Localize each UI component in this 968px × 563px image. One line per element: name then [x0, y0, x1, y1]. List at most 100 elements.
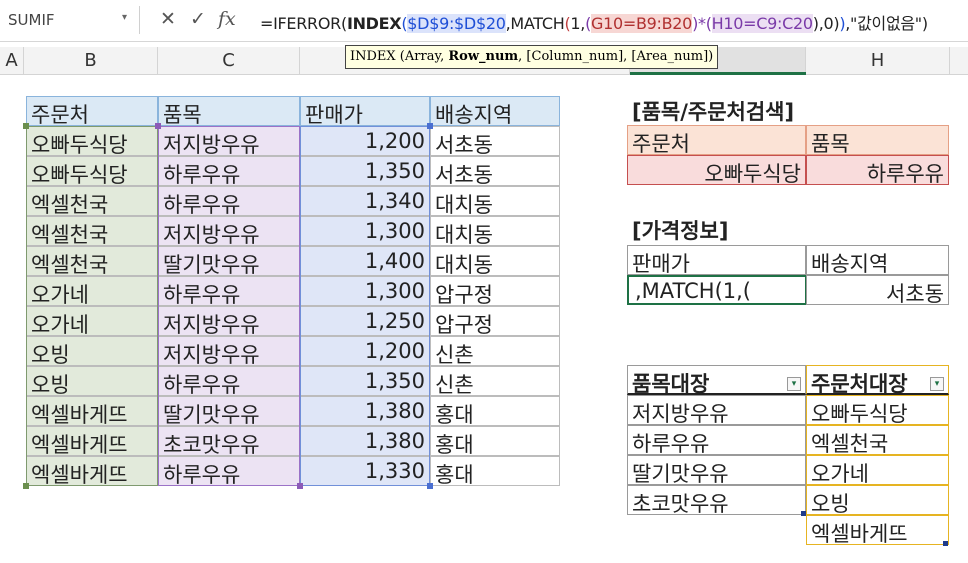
list-item[interactable]: 엑셀바게뜨	[806, 515, 949, 545]
formula-ref-range: $D$9:$D$20	[407, 14, 506, 33]
cell-region[interactable]: 서초동	[430, 156, 560, 186]
range-handle[interactable]	[155, 123, 161, 129]
cell-price[interactable]: 1,300	[300, 216, 430, 246]
range-handle[interactable]	[427, 123, 433, 129]
cell-product[interactable]: 저지방우유	[158, 126, 300, 156]
cell-product[interactable]: 초코맛우유	[158, 426, 300, 456]
cell-customer[interactable]: 엑셀천국	[26, 246, 158, 276]
filter-dropdown-icon[interactable]: ▾	[930, 377, 944, 391]
cell-customer[interactable]: 엑셀천국	[26, 216, 158, 246]
search-product-input[interactable]: 하루우유	[806, 155, 949, 185]
cell-customer[interactable]: 엑셀바게뜨	[26, 456, 158, 486]
cancel-icon[interactable]: ✕	[160, 8, 176, 30]
range-handle[interactable]	[23, 483, 29, 489]
header-region[interactable]: 배송지역	[430, 96, 560, 126]
tooltip-fn: INDEX (Array,	[350, 49, 449, 64]
cell-region[interactable]: 홍대	[430, 456, 560, 486]
cell-product[interactable]: 딸기맛우유	[158, 396, 300, 426]
cell-customer[interactable]: 오가네	[26, 306, 158, 336]
enter-icon[interactable]: ✓	[190, 8, 206, 30]
products-list-header[interactable]: 품목대장	[627, 365, 806, 395]
list-item[interactable]: 초코맛우유	[627, 485, 806, 515]
region-label[interactable]: 배송지역	[806, 245, 949, 275]
cell-price[interactable]: 1,250	[300, 306, 430, 336]
cell-price[interactable]: 1,380	[300, 396, 430, 426]
cell-customer[interactable]: 오빙	[26, 366, 158, 396]
cell-region[interactable]: 대치동	[430, 246, 560, 276]
list-item[interactable]: 하루우유	[627, 425, 806, 455]
cell-region[interactable]: 홍대	[430, 426, 560, 456]
column-header-h[interactable]: H	[806, 47, 950, 75]
cell-price[interactable]: 1,350	[300, 366, 430, 396]
customers-list-header[interactable]: 주문처대장	[806, 365, 949, 395]
header-product[interactable]: 품목	[158, 96, 300, 126]
cell-customer[interactable]: 오가네	[26, 276, 158, 306]
list-item[interactable]: 엑셀천국	[806, 425, 949, 455]
cell-product[interactable]: 딸기맛우유	[158, 246, 300, 276]
cell-region[interactable]: 대치동	[430, 216, 560, 246]
list-item[interactable]: 딸기맛우유	[627, 455, 806, 485]
range-handle[interactable]	[23, 123, 29, 129]
cell-product[interactable]: 저지방우유	[158, 216, 300, 246]
cell-price[interactable]: 1,350	[300, 156, 430, 186]
cell-customer[interactable]: 오빠두식당	[26, 156, 158, 186]
cell-product[interactable]: 저지방우유	[158, 306, 300, 336]
cell-price[interactable]: 1,330	[300, 456, 430, 486]
price-formula-cell[interactable]: ,MATCH(1,(	[627, 275, 807, 305]
cell-price[interactable]: 1,380	[300, 426, 430, 456]
cell-customer[interactable]: 엑셀천국	[26, 186, 158, 216]
formula-ref-range: H10=C9:C20	[711, 14, 813, 33]
cell-region[interactable]: 대치동	[430, 186, 560, 216]
header-customer[interactable]: 주문처	[26, 96, 158, 126]
cell-region[interactable]: 압구정	[430, 276, 560, 306]
list-item[interactable]: 오빙	[806, 485, 949, 515]
cell-price[interactable]: 1,300	[300, 276, 430, 306]
column-header-c[interactable]: C	[158, 47, 300, 75]
list-item[interactable]: 오가네	[806, 455, 949, 485]
formula-part: ,"값이없음")	[845, 14, 928, 33]
cell-region[interactable]: 홍대	[430, 396, 560, 426]
range-handle[interactable]	[427, 483, 433, 489]
selected-column-indicator	[630, 72, 806, 75]
cell-region[interactable]: 서초동	[430, 126, 560, 156]
cell-product[interactable]: 하루우유	[158, 276, 300, 306]
cell-product[interactable]: 하루우유	[158, 456, 300, 486]
cell-region[interactable]: 신촌	[430, 336, 560, 366]
cell-price[interactable]: 1,200	[300, 126, 430, 156]
cell-price[interactable]: 1,200	[300, 336, 430, 366]
cell-customer[interactable]: 엑셀바게뜨	[26, 426, 158, 456]
filter-dropdown-icon[interactable]: ▾	[787, 377, 801, 391]
insert-function-icon[interactable]: fx	[218, 8, 236, 30]
cell-product[interactable]: 하루우유	[158, 156, 300, 186]
cell-product[interactable]: 하루우유	[158, 186, 300, 216]
formula-input[interactable]: =IFERROR(INDEX($D$9:$D$20,MATCH(1,(G10=B…	[246, 6, 968, 34]
formula-part: )*(	[692, 14, 712, 33]
chevron-down-icon[interactable]: ▾	[122, 12, 127, 23]
search-customer-input[interactable]: 오빠두식당	[627, 155, 806, 185]
cell-customer[interactable]: 오빠두식당	[26, 126, 158, 156]
cell-product[interactable]: 저지방우유	[158, 336, 300, 366]
cell-region[interactable]: 압구정	[430, 306, 560, 336]
table-resize-handle[interactable]	[801, 511, 806, 516]
cell-customer[interactable]: 오빙	[26, 336, 158, 366]
formula-ref-range: G10=B9:B20	[591, 14, 693, 33]
search-product-label[interactable]: 품목	[806, 125, 949, 155]
column-header-b[interactable]: B	[24, 47, 158, 75]
cell-region[interactable]: 신촌	[430, 366, 560, 396]
formula-bar: SUMIF ▾ ✕ ✓ fx =IFERROR(INDEX($D$9:$D$20…	[0, 0, 968, 42]
cell-price[interactable]: 1,400	[300, 246, 430, 276]
price-label[interactable]: 판매가	[627, 245, 806, 275]
column-header-a[interactable]: A	[0, 47, 24, 75]
search-customer-label[interactable]: 주문처	[627, 125, 806, 155]
range-handle[interactable]	[297, 483, 303, 489]
cell-customer[interactable]: 엑셀바게뜨	[26, 396, 158, 426]
header-price[interactable]: 판매가	[300, 96, 430, 126]
name-box[interactable]: SUMIF	[0, 6, 140, 34]
region-value[interactable]: 서초동	[806, 275, 949, 305]
cell-price[interactable]: 1,340	[300, 186, 430, 216]
list-item[interactable]: 오빠두식당	[806, 395, 949, 425]
function-tooltip: INDEX (Array, Row_num, [Column_num], [Ar…	[345, 45, 719, 69]
table-resize-handle[interactable]	[943, 541, 948, 546]
cell-product[interactable]: 하루우유	[158, 366, 300, 396]
list-item[interactable]: 저지방우유	[627, 395, 806, 425]
